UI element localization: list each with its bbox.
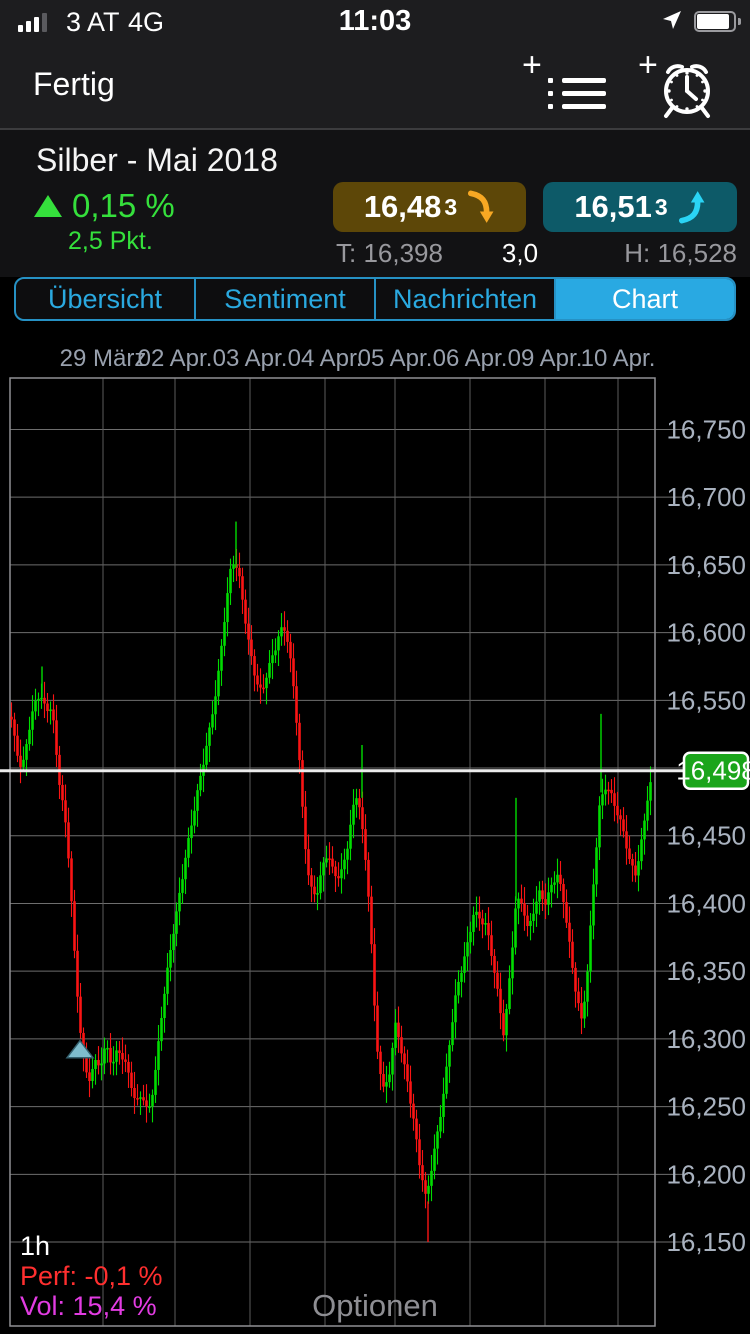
svg-text:03 Apr.: 03 Apr. xyxy=(213,345,288,372)
y-axis-labels: 16,750 16,700 16,650 16,600 16,550 16,450 16,4… xyxy=(666,414,746,1257)
svg-text:16,650: 16,650 xyxy=(666,550,746,580)
watchlist-icon xyxy=(548,78,606,117)
change-row: 0,15 % xyxy=(34,187,175,225)
svg-text:16,250: 16,250 xyxy=(666,1092,746,1122)
tab-sentiment[interactable]: Sentiment xyxy=(196,279,376,319)
plus-icon: + xyxy=(522,50,542,80)
triangle-up-icon xyxy=(34,195,62,217)
svg-text:16,150: 16,150 xyxy=(666,1227,746,1257)
app-screen: 3 AT 4G 11:03 Fertig + + xyxy=(0,0,750,1334)
day-range-row: T: 16,398 3,0 H: 16,528 xyxy=(0,238,750,268)
location-arrow-icon xyxy=(662,10,682,30)
arrow-up-icon xyxy=(678,190,706,224)
svg-text:16,300: 16,300 xyxy=(666,1024,746,1054)
svg-text:16,498: 16,498 xyxy=(676,756,750,786)
done-button[interactable]: Fertig xyxy=(33,66,115,103)
options-button[interactable]: Optionen xyxy=(0,1288,750,1324)
day-high-label: H: 16,528 xyxy=(624,238,737,269)
day-low-label: T: 16,398 xyxy=(336,238,443,269)
battery-icon xyxy=(694,11,736,32)
add-to-watchlist-button[interactable]: + xyxy=(522,50,608,122)
vertical-gridlines xyxy=(103,378,618,1326)
section-tabs: Übersicht Sentiment Nachrichten Chart xyxy=(14,277,736,321)
current-price-badge: 16,498 xyxy=(676,753,750,789)
svg-text:16,200: 16,200 xyxy=(666,1159,746,1189)
plus-icon: + xyxy=(638,50,658,80)
svg-text:04 Apr.: 04 Apr. xyxy=(288,345,363,372)
horizontal-gridlines xyxy=(10,429,688,1242)
svg-text:10 Apr.: 10 Apr. xyxy=(581,345,656,372)
svg-text:16,700: 16,700 xyxy=(666,482,746,512)
ask-price: 16,51 xyxy=(574,189,652,225)
clock-label: 11:03 xyxy=(0,5,750,38)
x-axis-labels: 29 März02 Apr.03 Apr.04 Apr.05 Apr.06 Ap… xyxy=(60,345,656,372)
ask-button[interactable]: 16,513 xyxy=(543,182,737,232)
add-price-alert-button[interactable]: + xyxy=(638,50,724,122)
bid-price: 16,48 xyxy=(364,189,442,225)
alarm-clock-icon xyxy=(656,58,718,120)
svg-text:16,750: 16,750 xyxy=(666,414,746,444)
price-chart[interactable]: 29 März02 Apr.03 Apr.04 Apr.05 Apr.06 Ap… xyxy=(0,330,750,1334)
arrow-down-icon xyxy=(467,190,495,224)
tab-uebersicht[interactable]: Übersicht xyxy=(16,279,196,319)
svg-text:09 Apr.: 09 Apr. xyxy=(508,345,583,372)
svg-text:16,350: 16,350 xyxy=(666,956,746,986)
spread-label: 3,0 xyxy=(470,238,570,269)
svg-text:29 März: 29 März xyxy=(60,345,147,372)
svg-text:06 Apr.: 06 Apr. xyxy=(433,345,508,372)
instrument-title: Silber - Mai 2018 xyxy=(36,142,278,179)
status-bar: 3 AT 4G 11:03 xyxy=(0,0,750,44)
svg-text:05 Apr.: 05 Apr. xyxy=(358,345,433,372)
instrument-header: Silber - Mai 2018 0,15 % 2,5 Pkt. 16,483… xyxy=(0,130,750,277)
svg-text:16,450: 16,450 xyxy=(666,821,746,851)
tab-chart[interactable]: Chart xyxy=(556,279,734,319)
candles-layer xyxy=(10,549,652,1208)
tab-nachrichten[interactable]: Nachrichten xyxy=(376,279,556,319)
svg-text:16,600: 16,600 xyxy=(666,618,746,648)
svg-text:02 Apr.: 02 Apr. xyxy=(138,345,213,372)
svg-text:16,550: 16,550 xyxy=(666,685,746,715)
buy-marker-triangle xyxy=(67,1041,93,1058)
candlestick-chart-svg[interactable]: 29 März02 Apr.03 Apr.04 Apr.05 Apr.06 Ap… xyxy=(0,330,750,1334)
svg-text:16,400: 16,400 xyxy=(666,888,746,918)
navigation-bar: Fertig + + xyxy=(0,44,750,130)
change-percent: 0,15 % xyxy=(72,187,175,225)
bid-button[interactable]: 16,483 xyxy=(333,182,526,232)
